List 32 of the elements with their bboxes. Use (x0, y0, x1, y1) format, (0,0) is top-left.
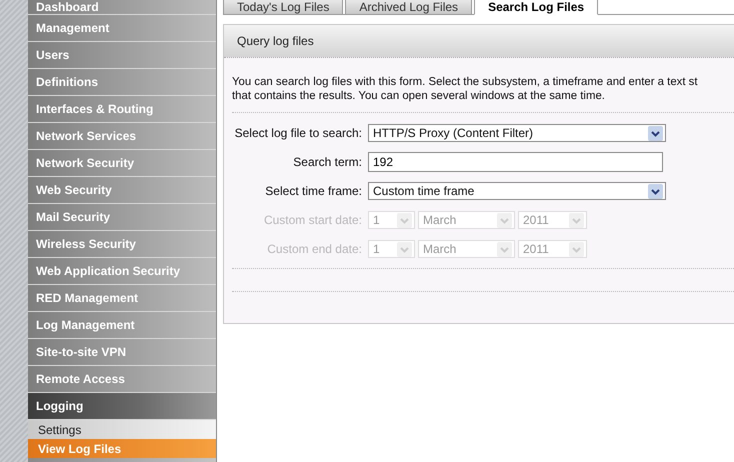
sidebar-item[interactable]: Wireless Security (28, 231, 216, 258)
sidebar-item[interactable]: Mail Security (28, 204, 216, 231)
sidebar-subitem[interactable]: View Log Files (28, 439, 216, 458)
tab[interactable]: Archived Log Files (345, 0, 472, 14)
sidebar-item[interactable]: Management (28, 15, 216, 42)
sidebar-item[interactable]: Site-to-site VPN (28, 339, 216, 366)
field-label: Select time frame: (264, 184, 363, 198)
field-label: Custom start date: (262, 213, 363, 227)
dropdown[interactable]: HTTP/S Proxy (Content Filter) (368, 124, 666, 142)
sidebar-item[interactable]: Network Security (28, 150, 216, 177)
field-label: Custom end date: (266, 242, 363, 256)
sidebar-item[interactable]: Log Management (28, 312, 216, 339)
input-field[interactable]: 192 (368, 152, 663, 172)
sidebar-item[interactable]: Users (28, 42, 216, 69)
sidebar-item[interactable]: Interfaces & Routing (28, 96, 216, 123)
tab[interactable]: Search Log Files (474, 0, 598, 15)
sidebar-item[interactable]: Logging (28, 393, 216, 420)
field-label: Select log file to search: (234, 126, 363, 140)
sidebar-item[interactable]: RED Management (28, 285, 216, 312)
description-text: You can search log files with this form. Select the subsystem, a timeframe and enter a text st (232, 75, 699, 89)
dropdown[interactable]: Custom time frame (368, 182, 666, 200)
sidebar-item[interactable]: Web Security (28, 177, 216, 204)
sidebar-item[interactable]: Dashboard (28, 0, 216, 15)
tab[interactable]: Today's Log Files (223, 0, 344, 14)
description-text: that contains the results. You can open several windows at the same time. (232, 89, 606, 103)
sidebar-item[interactable]: Remote Access (28, 366, 216, 393)
sidebar-item[interactable]: Network Services (28, 123, 216, 150)
sidebar-subitem[interactable]: Settings (28, 420, 216, 439)
panel-title: Query log files (224, 25, 734, 58)
sidebar-item[interactable]: Definitions (28, 69, 216, 96)
sidebar-item[interactable]: Web Application Security (28, 258, 216, 285)
field-label: Search term: (292, 155, 363, 169)
